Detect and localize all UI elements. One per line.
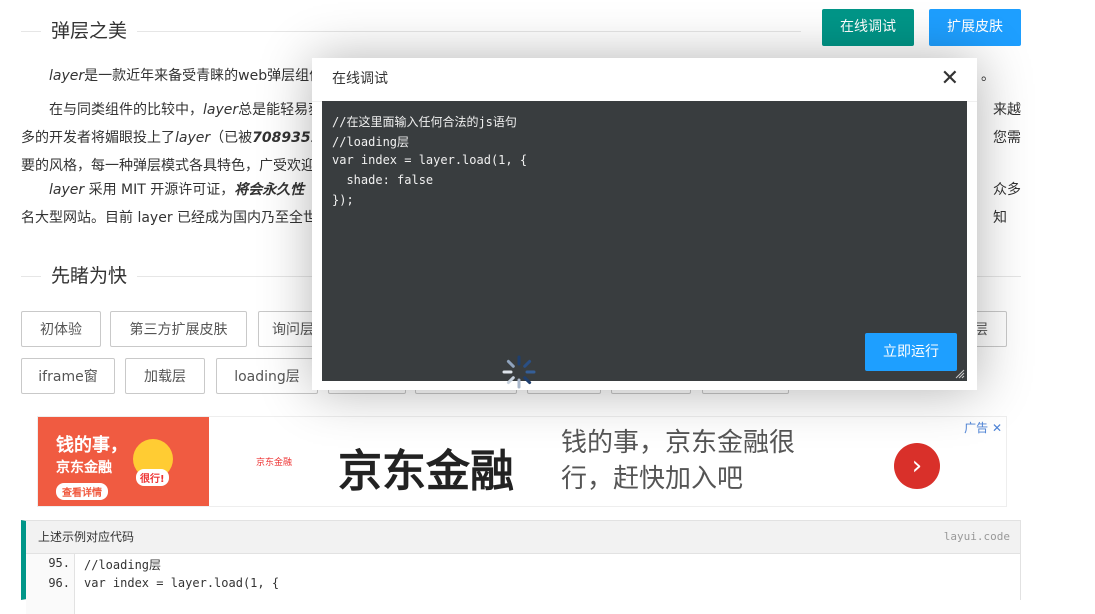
dialog-title: 在线调试 bbox=[312, 58, 977, 102]
layer-em: layer bbox=[49, 68, 85, 84]
loading-spinner-icon bbox=[502, 355, 536, 389]
ad-brand: 京东金融 bbox=[338, 446, 514, 497]
editor-line: var index = layer.load(1, { bbox=[332, 153, 528, 167]
demo-button-iframe[interactable]: iframe窗 bbox=[21, 358, 115, 394]
p2-b: 总是能轻易获 bbox=[238, 102, 323, 118]
code-box-title: 上述示例对应代码 bbox=[26, 521, 1020, 554]
code-editor[interactable]: //在这里面输入任何合法的js语句 //loading层 var index =… bbox=[322, 101, 967, 381]
code-line: //loading层 bbox=[84, 558, 162, 572]
line-number: 96. bbox=[48, 576, 70, 590]
online-debug-dialog: 在线调试 ✕ //在这里面输入任何合法的js语句 //loading层 var … bbox=[312, 58, 977, 390]
code-box: 上述示例对应代码 layui.code 95. //loading层 96. v… bbox=[21, 520, 1021, 614]
p3-tail: 众多知 bbox=[993, 182, 1021, 226]
editor-line: }); bbox=[332, 193, 354, 207]
editor-line: //loading层 bbox=[332, 135, 410, 149]
p1-tail: 。 bbox=[981, 68, 995, 84]
p2-tail: 来越 bbox=[993, 102, 1021, 118]
p2-line2a: 多的开发者将媚眼投上了 bbox=[21, 130, 175, 146]
online-debug-button[interactable]: 在线调试 bbox=[822, 9, 914, 46]
p2-a: 在与同类组件的比较中， bbox=[49, 102, 203, 118]
ad-slogan: 钱的事，京东金融很行，赶快加入吧 bbox=[561, 428, 796, 494]
ad-left-line1: 钱的事， bbox=[56, 435, 128, 456]
resize-handle-icon[interactable] bbox=[955, 369, 965, 379]
code-line: var index = layer.load(1, { bbox=[84, 576, 280, 590]
ad-banner[interactable]: 钱的事， 京东金融 查看详情 很行! 京东金融 京东金融 钱的事，京东金融很行，… bbox=[37, 416, 1007, 507]
extend-skin-button[interactable]: 扩展皮肤 bbox=[929, 9, 1021, 46]
demo-button-skin[interactable]: 第三方扩展皮肤 bbox=[110, 311, 247, 347]
ad-arrow-icon[interactable]: › bbox=[894, 443, 940, 489]
line-number: 95. bbox=[48, 556, 70, 570]
layer-em: layer bbox=[175, 130, 211, 146]
section-title-text: 先睹为快 bbox=[41, 261, 138, 291]
demo-button-load[interactable]: 加载层 bbox=[125, 358, 205, 394]
ad-left-button: 查看详情 bbox=[56, 483, 108, 500]
p1-text: 是一款近年来备受青睐的web弹层组件 bbox=[84, 68, 324, 84]
layer-em: layer bbox=[49, 182, 85, 198]
close-icon[interactable]: ✕ bbox=[941, 68, 959, 90]
run-button[interactable]: 立即运行 bbox=[865, 333, 957, 371]
code-box-body: 95. //loading层 96. var index = layer.loa… bbox=[26, 554, 1020, 614]
editor-line: shade: false bbox=[332, 173, 434, 187]
p3-bold: 将会永久性 bbox=[234, 182, 305, 198]
code-box-tag: layui.code bbox=[943, 530, 1010, 543]
divider bbox=[21, 31, 801, 32]
demo-button-loading[interactable]: loading层 bbox=[216, 358, 318, 394]
ad-tag[interactable]: 广告 ✕ bbox=[964, 419, 1002, 436]
ad-badge: 很行! bbox=[136, 469, 169, 486]
ad-left-line2: 京东金融 bbox=[56, 460, 112, 476]
p2-line2tail: 您需 bbox=[993, 130, 1021, 146]
demo-button-first[interactable]: 初体验 bbox=[21, 311, 101, 347]
section-title-beauty: 弹层之美 bbox=[21, 16, 801, 46]
section-title-text: 弹层之美 bbox=[41, 16, 138, 46]
layer-em: layer bbox=[203, 102, 239, 118]
ad-left-image: 钱的事， 京东金融 查看详情 很行! bbox=[38, 417, 209, 506]
p3-a: 采用 MIT 开源许可证， bbox=[84, 182, 235, 198]
download-count: 7089351 bbox=[252, 130, 321, 146]
p2-line2b: （已被 bbox=[210, 130, 253, 146]
editor-line: //在这里面输入任何合法的js语句 bbox=[332, 115, 517, 129]
ad-small-logo: 京东金融 bbox=[256, 458, 293, 468]
